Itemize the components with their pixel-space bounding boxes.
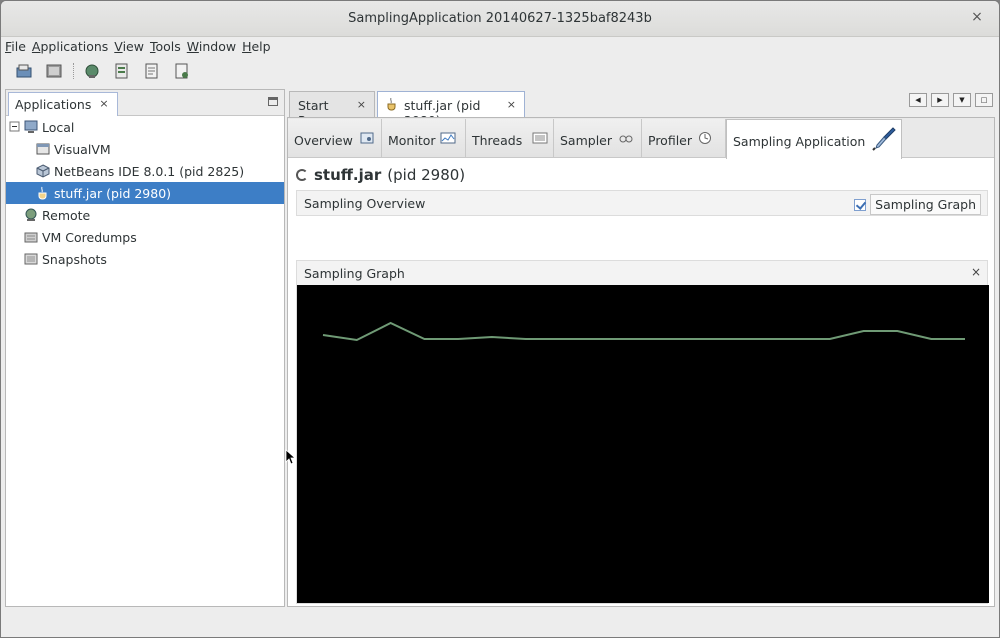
sampling-graph-checkbox[interactable] <box>854 198 867 211</box>
resize-cursor-icon <box>285 449 297 468</box>
remote-host-icon <box>24 208 38 222</box>
tab-overview[interactable]: Overview <box>288 119 382 157</box>
tab-profiler-label: Profiler <box>648 133 693 148</box>
tab-navigation: ◀ ▶ ▼ □ <box>909 93 993 107</box>
tree-label-remote: Remote <box>42 207 91 223</box>
add-remote-host-icon[interactable] <box>83 62 101 80</box>
tab-list-dropdown-icon[interactable]: ▼ <box>953 93 971 107</box>
menu-window[interactable]: Window <box>187 37 240 57</box>
menu-file[interactable]: File <box>5 37 30 57</box>
computer-icon <box>24 120 38 134</box>
load-application-icon[interactable] <box>15 62 33 80</box>
tab-sampler[interactable]: Sampler <box>554 119 642 157</box>
applications-panel-header: Applications × <box>6 90 284 116</box>
monitor-icon <box>440 131 456 148</box>
tree-label-netbeans: NetBeans IDE 8.0.1 (pid 2825) <box>54 163 245 179</box>
main-area: Start Page × stuff.jar (pid 2980) × ◀ ▶ … <box>287 89 995 607</box>
tree-node-stuff-jar[interactable]: stuff.jar (pid 2980) <box>6 182 284 204</box>
tab-threads-label: Threads <box>472 133 523 148</box>
java-cup-icon <box>386 97 398 114</box>
close-graph-icon[interactable]: × <box>971 265 981 279</box>
menu-bar: File Applications View Tools Window Help <box>1 37 999 57</box>
sampling-graph-toggle[interactable]: Sampling Graph <box>854 194 981 215</box>
tab-applications-close-icon[interactable]: × <box>99 97 108 116</box>
title-bar: SamplingApplication 20140627-1325baf8243… <box>1 1 999 37</box>
threads-icon <box>532 131 548 148</box>
tab-overview-label: Overview <box>294 133 353 148</box>
application-header: stuff.jar (pid 2980) <box>296 166 465 184</box>
tree-label-coredumps: VM Coredumps <box>42 229 137 245</box>
menu-help[interactable]: Help <box>242 37 275 57</box>
document-content: Overview Monitor Threads Sampler Profile… <box>287 117 995 607</box>
tree-expanded-icon[interactable] <box>8 120 22 134</box>
tab-applications[interactable]: Applications × <box>8 92 118 116</box>
add-jmx-connection-icon[interactable] <box>113 62 131 80</box>
view-tabs: Overview Monitor Threads Sampler Profile… <box>288 118 994 159</box>
applications-panel: Applications × Local VisualVM NetBeans I… <box>5 89 285 607</box>
tab-start-page[interactable]: Start Page × <box>289 91 375 128</box>
load-snapshot-icon[interactable] <box>45 62 63 80</box>
snapshots-icon <box>24 252 38 266</box>
tab-sampling-application-label: Sampling Application <box>733 134 866 149</box>
menu-applications[interactable]: Applications <box>32 37 112 57</box>
tree-node-remote[interactable]: Remote <box>6 204 284 226</box>
tab-sampler-label: Sampler <box>560 133 613 148</box>
toolbar <box>1 59 999 83</box>
sampling-graph-section: Sampling Graph × <box>296 260 989 604</box>
tab-stuff-jar-close-icon[interactable]: × <box>507 98 516 111</box>
tree-label-local: Local <box>42 119 75 135</box>
toolbar-separator <box>73 63 75 79</box>
tab-stuff-jar[interactable]: stuff.jar (pid 2980) × <box>377 91 525 128</box>
tree-node-local[interactable]: Local <box>6 116 284 138</box>
sampling-graph-line <box>322 321 965 342</box>
tab-monitor[interactable]: Monitor <box>382 119 466 157</box>
application-icon <box>36 142 50 156</box>
tree-label-snapshots: Snapshots <box>42 251 107 267</box>
sampling-overview-header: Sampling Overview Sampling Graph <box>297 191 987 215</box>
coredumps-icon <box>24 230 38 244</box>
refresh-spinner-icon <box>296 169 308 181</box>
java-cup-icon <box>36 186 50 200</box>
scroll-left-icon[interactable]: ◀ <box>909 93 927 107</box>
scroll-right-icon[interactable]: ▶ <box>931 93 949 107</box>
window-title: SamplingApplication 20140627-1325baf8243… <box>348 11 652 26</box>
tree-node-snapshots[interactable]: Snapshots <box>6 248 284 270</box>
tab-applications-label: Applications <box>15 97 92 112</box>
sampling-graph-title: Sampling Graph <box>304 266 405 281</box>
tree-node-visualvm[interactable]: VisualVM <box>6 138 284 160</box>
sampling-overview-body <box>296 216 988 260</box>
netbeans-cube-icon <box>36 164 50 178</box>
sampling-graph-header: Sampling Graph × <box>297 261 987 285</box>
sampling-overview-title: Sampling Overview <box>304 196 426 211</box>
window-close-icon[interactable]: × <box>969 9 985 25</box>
sampling-overview-section: Sampling Overview Sampling Graph <box>296 190 988 216</box>
tree-label-visualvm: VisualVM <box>54 141 111 157</box>
menu-view[interactable]: View <box>114 37 148 57</box>
tree-node-coredumps[interactable]: VM Coredumps <box>6 226 284 248</box>
sampling-graph-chart <box>322 321 965 342</box>
tree-label-stuff-jar: stuff.jar (pid 2980) <box>54 185 172 201</box>
document-tabs: Start Page × stuff.jar (pid 2980) × ◀ ▶ … <box>287 89 995 128</box>
profiler-clock-icon <box>698 131 712 148</box>
add-snapshot-icon[interactable] <box>173 62 191 80</box>
sampling-probe-icon <box>871 126 897 155</box>
sampler-icon <box>618 131 634 148</box>
tree-node-netbeans[interactable]: NetBeans IDE 8.0.1 (pid 2825) <box>6 160 284 182</box>
application-pid: (pid 2980) <box>387 166 466 184</box>
overview-icon <box>360 131 374 148</box>
minimize-panel-icon[interactable] <box>268 97 278 106</box>
sampling-graph-canvas <box>297 285 989 603</box>
add-vm-coredump-icon[interactable] <box>143 62 161 80</box>
tab-sampling-application[interactable]: Sampling Application <box>726 119 902 159</box>
application-name: stuff.jar <box>314 166 382 184</box>
maximize-icon[interactable]: □ <box>975 93 993 107</box>
tab-profiler[interactable]: Profiler <box>642 119 726 157</box>
sampling-graph-toggle-label[interactable]: Sampling Graph <box>870 194 981 215</box>
menu-tools[interactable]: Tools <box>150 37 185 57</box>
tab-monitor-label: Monitor <box>388 133 436 148</box>
application-window: SamplingApplication 20140627-1325baf8243… <box>0 0 1000 638</box>
tab-threads[interactable]: Threads <box>466 119 554 157</box>
tab-start-page-close-icon[interactable]: × <box>357 98 366 111</box>
